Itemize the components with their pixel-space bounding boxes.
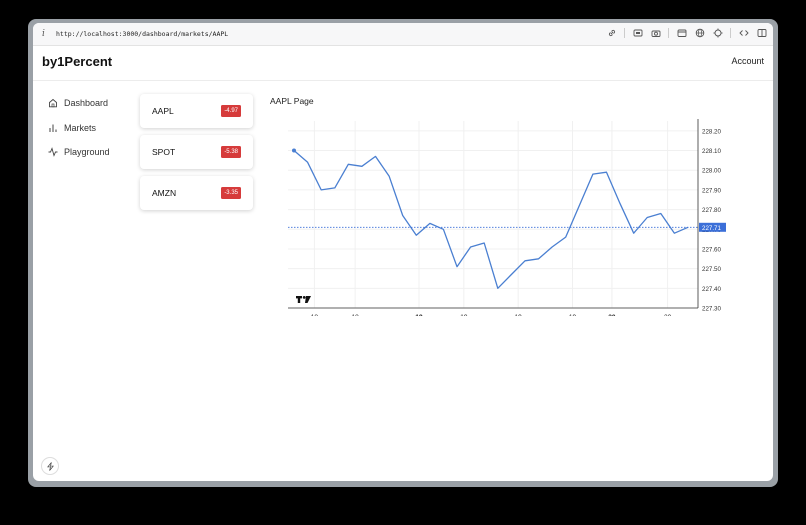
x-tick-label: 19 xyxy=(415,314,423,316)
y-tick-label: 227.50 xyxy=(702,266,721,273)
ticker-card-aapl[interactable]: AAPL -4.97 xyxy=(140,94,253,128)
ticker-card-spot[interactable]: SPOT -5.38 xyxy=(140,135,253,169)
address-bar[interactable]: i http://localhost:3000/dashboard/market… xyxy=(33,23,773,46)
toolbar-separator xyxy=(624,27,625,38)
y-tick-label: 227.80 xyxy=(702,207,721,214)
globe-icon[interactable] xyxy=(694,27,705,38)
ticker-list: AAPL -4.97 SPOT -5.38 AMZN -3.35 xyxy=(140,94,253,217)
activity-icon xyxy=(47,147,58,158)
change-badge: -4.97 xyxy=(221,105,241,117)
toolbar-separator xyxy=(730,27,731,38)
brand-logo[interactable]: by1Percent xyxy=(42,54,112,69)
x-tick-label: 20 xyxy=(664,314,672,316)
sidebar-item-label: Markets xyxy=(64,122,97,133)
change-badge: -5.38 xyxy=(221,146,241,158)
ticker-symbol: SPOT xyxy=(152,147,176,157)
window-icon[interactable] xyxy=(676,27,687,38)
y-tick-label: 228.00 xyxy=(702,168,721,175)
sidebar-item-markets[interactable]: Markets xyxy=(47,116,110,141)
sidebar-item-label: Dashboard xyxy=(64,98,109,109)
y-tick-label: 228.20 xyxy=(702,128,721,135)
y-tick-label: 227.40 xyxy=(702,286,721,293)
x-tick-label: 19 xyxy=(515,314,523,316)
last-price-label: 227.71 xyxy=(702,225,721,232)
devtools-icon[interactable] xyxy=(738,27,749,38)
x-tick-label: 19 xyxy=(460,314,468,316)
tradingview-logo xyxy=(296,296,311,303)
y-tick-label: 227.30 xyxy=(702,306,721,313)
y-tick-label: 228.10 xyxy=(702,148,721,155)
x-tick-label: 20 xyxy=(608,314,616,316)
start-point xyxy=(292,148,296,153)
sidebar-nav: Dashboard Markets Playground xyxy=(47,91,110,165)
camera-icon[interactable] xyxy=(650,27,661,38)
toolbar-separator xyxy=(668,27,669,38)
app-header: by1Percent Account xyxy=(33,46,773,81)
sidebar-item-playground[interactable]: Playground xyxy=(47,140,110,165)
x-tick-label: 18 xyxy=(352,314,360,316)
sidebar-item-dashboard[interactable]: Dashboard xyxy=(47,91,110,116)
ticker-card-amzn[interactable]: AMZN -3.35 xyxy=(140,176,253,210)
info-icon[interactable]: i xyxy=(42,29,50,39)
x-tick-label: 19 xyxy=(569,314,577,316)
y-tick-label: 227.60 xyxy=(702,246,721,253)
change-badge: -3.35 xyxy=(221,187,241,199)
link-icon[interactable] xyxy=(606,27,617,38)
ticker-symbol: AAPL xyxy=(152,106,174,116)
lightning-icon xyxy=(46,461,54,471)
ticker-symbol: AMZN xyxy=(152,188,177,198)
sidebar-icon[interactable] xyxy=(756,27,767,38)
url-text[interactable]: http://localhost:3000/dashboard/markets/… xyxy=(56,30,228,38)
account-link[interactable]: Account xyxy=(731,56,764,66)
browser-frame: i http://localhost:3000/dashboard/market… xyxy=(28,19,778,487)
browser-toolbar xyxy=(606,27,767,38)
page-title: AAPL Page xyxy=(270,96,314,106)
target-icon[interactable] xyxy=(712,27,723,38)
bar-chart-icon xyxy=(47,122,58,133)
y-tick-label: 227.90 xyxy=(702,187,721,194)
browser-window: i http://localhost:3000/dashboard/market… xyxy=(33,23,773,481)
sidebar-item-label: Playground xyxy=(64,147,110,158)
price-chart[interactable]: 228.20228.10228.00227.90227.80227.70227.… xyxy=(288,111,738,316)
home-icon xyxy=(47,98,58,109)
price-line xyxy=(293,150,689,289)
screenshot-icon[interactable] xyxy=(632,27,643,38)
x-tick-label: 18 xyxy=(311,314,319,316)
dev-tools-button[interactable] xyxy=(41,457,59,475)
